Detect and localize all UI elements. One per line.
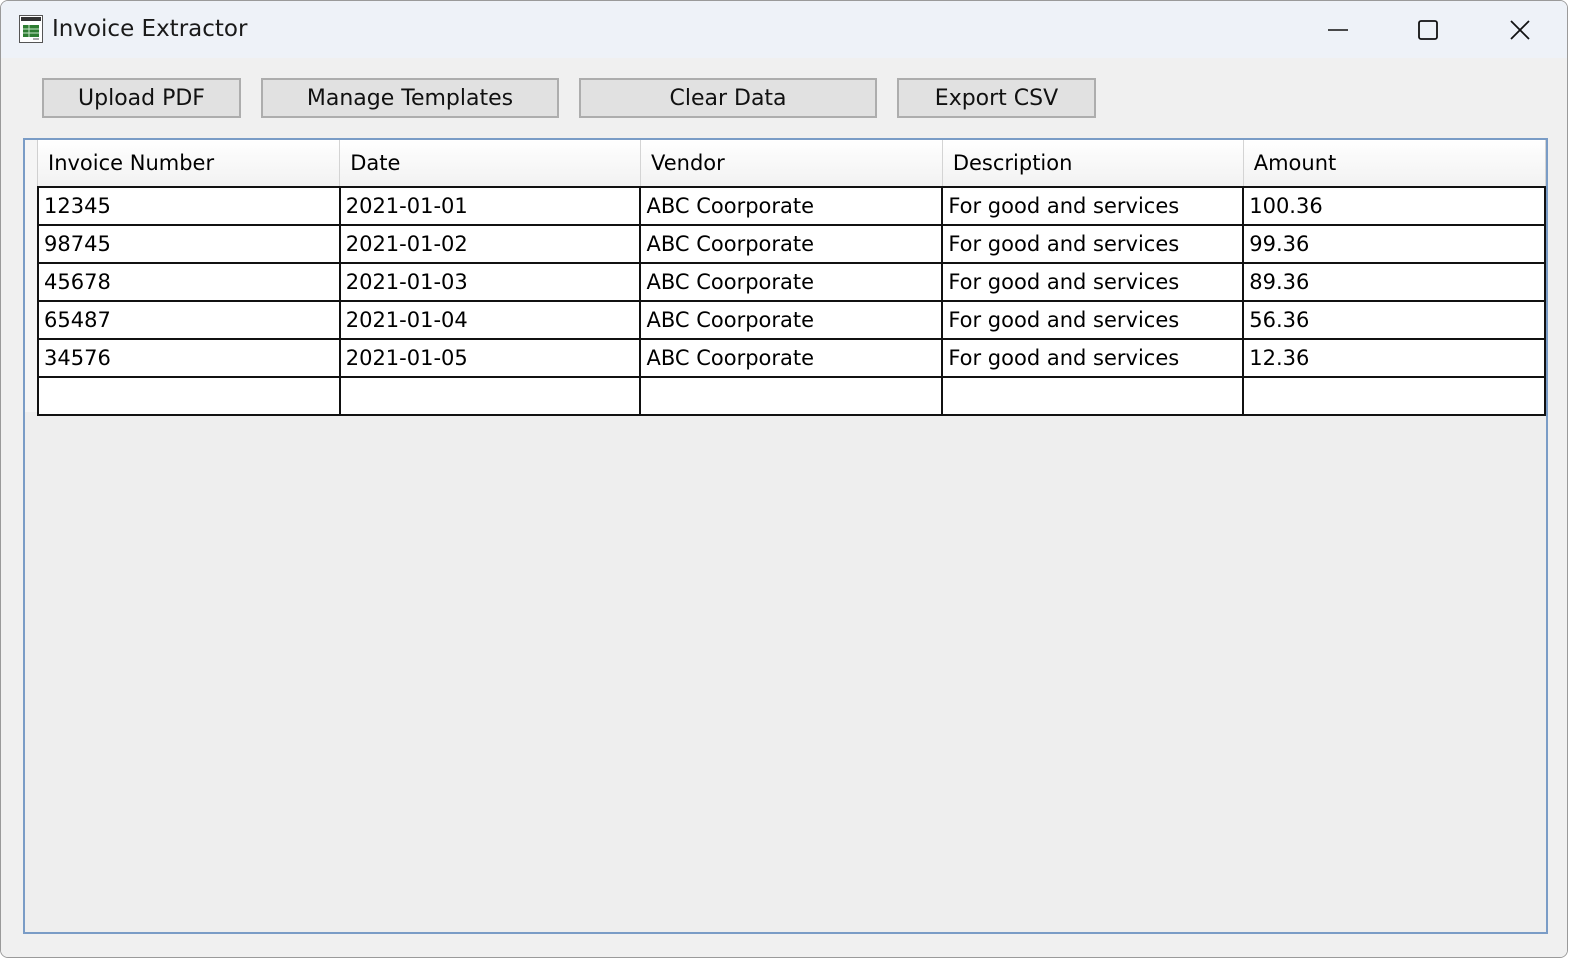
export-csv-button[interactable]: Export CSV <box>897 78 1096 118</box>
cell-description[interactable]: For good and services <box>941 262 1245 302</box>
cell-vendor[interactable]: ABC Coorporate <box>639 262 944 302</box>
cell-description[interactable]: For good and services <box>941 338 1245 378</box>
table-row[interactable]: 45678 2021-01-03 ABC Coorporate For good… <box>37 262 1546 302</box>
cell-invoice-number[interactable]: 45678 <box>37 262 341 302</box>
invoice-table: Invoice Number Date Vendor Description A… <box>37 140 1546 416</box>
cell-amount[interactable]: 89.36 <box>1242 262 1546 302</box>
maximize-button[interactable] <box>1382 1 1474 58</box>
header-row: Invoice Number Date Vendor Description A… <box>38 140 1546 188</box>
cell-date[interactable]: 2021-01-01 <box>338 186 642 226</box>
column-header-description[interactable]: Description <box>942 140 1244 188</box>
table-row[interactable]: 34576 2021-01-05 ABC Coorporate For good… <box>37 338 1546 378</box>
cell-amount[interactable]: 56.36 <box>1242 300 1546 340</box>
cell-invoice-number[interactable]: 65487 <box>37 300 341 340</box>
upload-pdf-button[interactable]: Upload PDF <box>42 78 241 118</box>
cell-amount[interactable]: 12.36 <box>1242 338 1546 378</box>
cell-date[interactable]: 2021-01-02 <box>338 224 642 264</box>
cell-date[interactable]: 2021-01-05 <box>338 338 642 378</box>
app-window: Invoice Extractor Upload PDF Manage Temp… <box>0 0 1568 958</box>
cell-date[interactable]: 2021-01-04 <box>338 300 642 340</box>
window-title: Invoice Extractor <box>52 16 248 42</box>
column-header-amount[interactable]: Amount <box>1243 140 1546 188</box>
cell-description[interactable]: For good and services <box>941 300 1245 340</box>
new-row[interactable] <box>37 376 1546 416</box>
client-area: Upload PDF Manage Templates Clear Data E… <box>1 58 1567 957</box>
cell-vendor[interactable] <box>639 376 944 416</box>
table-row[interactable]: 98745 2021-01-02 ABC Coorporate For good… <box>37 224 1546 264</box>
invoice-icon <box>19 15 43 43</box>
cell-vendor[interactable]: ABC Coorporate <box>639 224 944 264</box>
cell-invoice-number[interactable] <box>37 376 341 416</box>
column-header-invoice-number[interactable]: Invoice Number <box>38 140 341 188</box>
minimize-icon <box>1328 28 1348 31</box>
cell-vendor[interactable]: ABC Coorporate <box>639 186 944 226</box>
minimize-button[interactable] <box>1292 1 1384 58</box>
cell-description[interactable] <box>941 376 1245 416</box>
manage-templates-button[interactable]: Manage Templates <box>261 78 559 118</box>
cell-invoice-number[interactable]: 34576 <box>37 338 341 378</box>
clear-data-button[interactable]: Clear Data <box>579 78 877 118</box>
close-icon <box>1510 19 1530 40</box>
cell-description[interactable]: For good and services <box>941 186 1245 226</box>
cell-amount[interactable] <box>1242 376 1546 416</box>
title-bar[interactable]: Invoice Extractor <box>1 1 1567 58</box>
cell-amount[interactable]: 100.36 <box>1242 186 1546 226</box>
column-header-vendor[interactable]: Vendor <box>640 140 943 188</box>
cell-date[interactable] <box>338 376 642 416</box>
column-header-date[interactable]: Date <box>339 140 641 188</box>
cell-invoice-number[interactable]: 12345 <box>37 186 341 226</box>
cell-date[interactable]: 2021-01-03 <box>338 262 642 302</box>
cell-vendor[interactable]: ABC Coorporate <box>639 338 944 378</box>
invoice-data-grid[interactable]: Invoice Number Date Vendor Description A… <box>23 138 1548 934</box>
cell-amount[interactable]: 99.36 <box>1242 224 1546 264</box>
cell-vendor[interactable]: ABC Coorporate <box>639 300 944 340</box>
close-button[interactable] <box>1474 1 1566 58</box>
maximize-icon <box>1418 19 1438 40</box>
table-row[interactable]: 12345 2021-01-01 ABC Coorporate For good… <box>37 186 1546 226</box>
table-row[interactable]: 65487 2021-01-04 ABC Coorporate For good… <box>37 300 1546 340</box>
cell-invoice-number[interactable]: 98745 <box>37 224 341 264</box>
cell-description[interactable]: For good and services <box>941 224 1245 264</box>
